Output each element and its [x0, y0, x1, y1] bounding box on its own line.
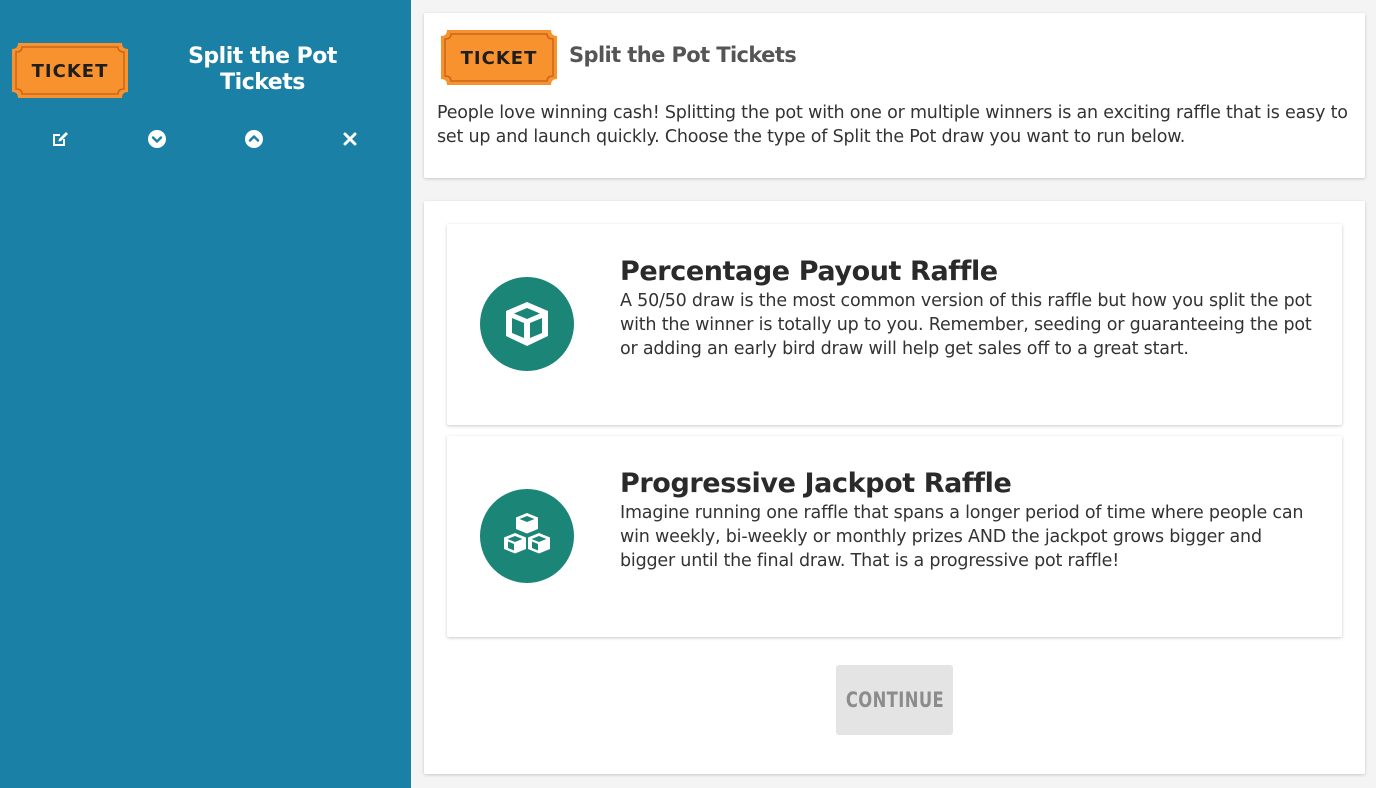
- chevron-circle-up-icon: [245, 130, 263, 148]
- option-title: Progressive Jackpot Raffle: [620, 468, 1012, 499]
- sidebar: TICKET Split the Pot Tickets: [0, 0, 411, 788]
- move-down-button[interactable]: [145, 128, 169, 150]
- sidebar-actions: [0, 128, 411, 150]
- ticket-label: TICKET: [461, 48, 538, 69]
- close-icon: [343, 132, 357, 146]
- ticket-logo: TICKET: [441, 30, 557, 85]
- option-progressive-jackpot[interactable]: Progressive Jackpot Raffle Imagine runni…: [447, 436, 1342, 637]
- raffle-type-panel: Percentage Payout Raffle A 50/50 draw is…: [424, 201, 1365, 774]
- option-description: Imagine running one raffle that spans a …: [620, 503, 1304, 571]
- sidebar-title: Split the Pot Tickets: [188, 44, 337, 95]
- option-percentage-payout[interactable]: Percentage Payout Raffle A 50/50 draw is…: [447, 224, 1342, 425]
- ticket-label: TICKET: [32, 61, 109, 82]
- option-title: Percentage Payout Raffle: [620, 256, 998, 287]
- edit-icon: [53, 132, 68, 146]
- continue-button[interactable]: CONTINUE: [836, 665, 953, 735]
- continue-label: CONTINUE: [845, 688, 944, 712]
- option-description: A 50/50 draw is the most common version …: [620, 291, 1312, 359]
- chevron-circle-down-icon: [148, 130, 166, 148]
- remove-button[interactable]: [338, 128, 362, 150]
- cubes-icon: [504, 513, 550, 554]
- intro-description: People love winning cash! Splitting the …: [437, 103, 1348, 147]
- page-title: Split the Pot Tickets: [569, 43, 797, 67]
- intro-panel: TICKET Split the Pot Tickets People love…: [424, 13, 1365, 178]
- option-icon-circle: [480, 277, 574, 371]
- move-up-button[interactable]: [242, 128, 266, 150]
- option-icon-circle: [480, 489, 574, 583]
- cube-icon: [506, 302, 548, 346]
- ticket-logo: TICKET: [12, 43, 128, 98]
- edit-button[interactable]: [48, 128, 72, 150]
